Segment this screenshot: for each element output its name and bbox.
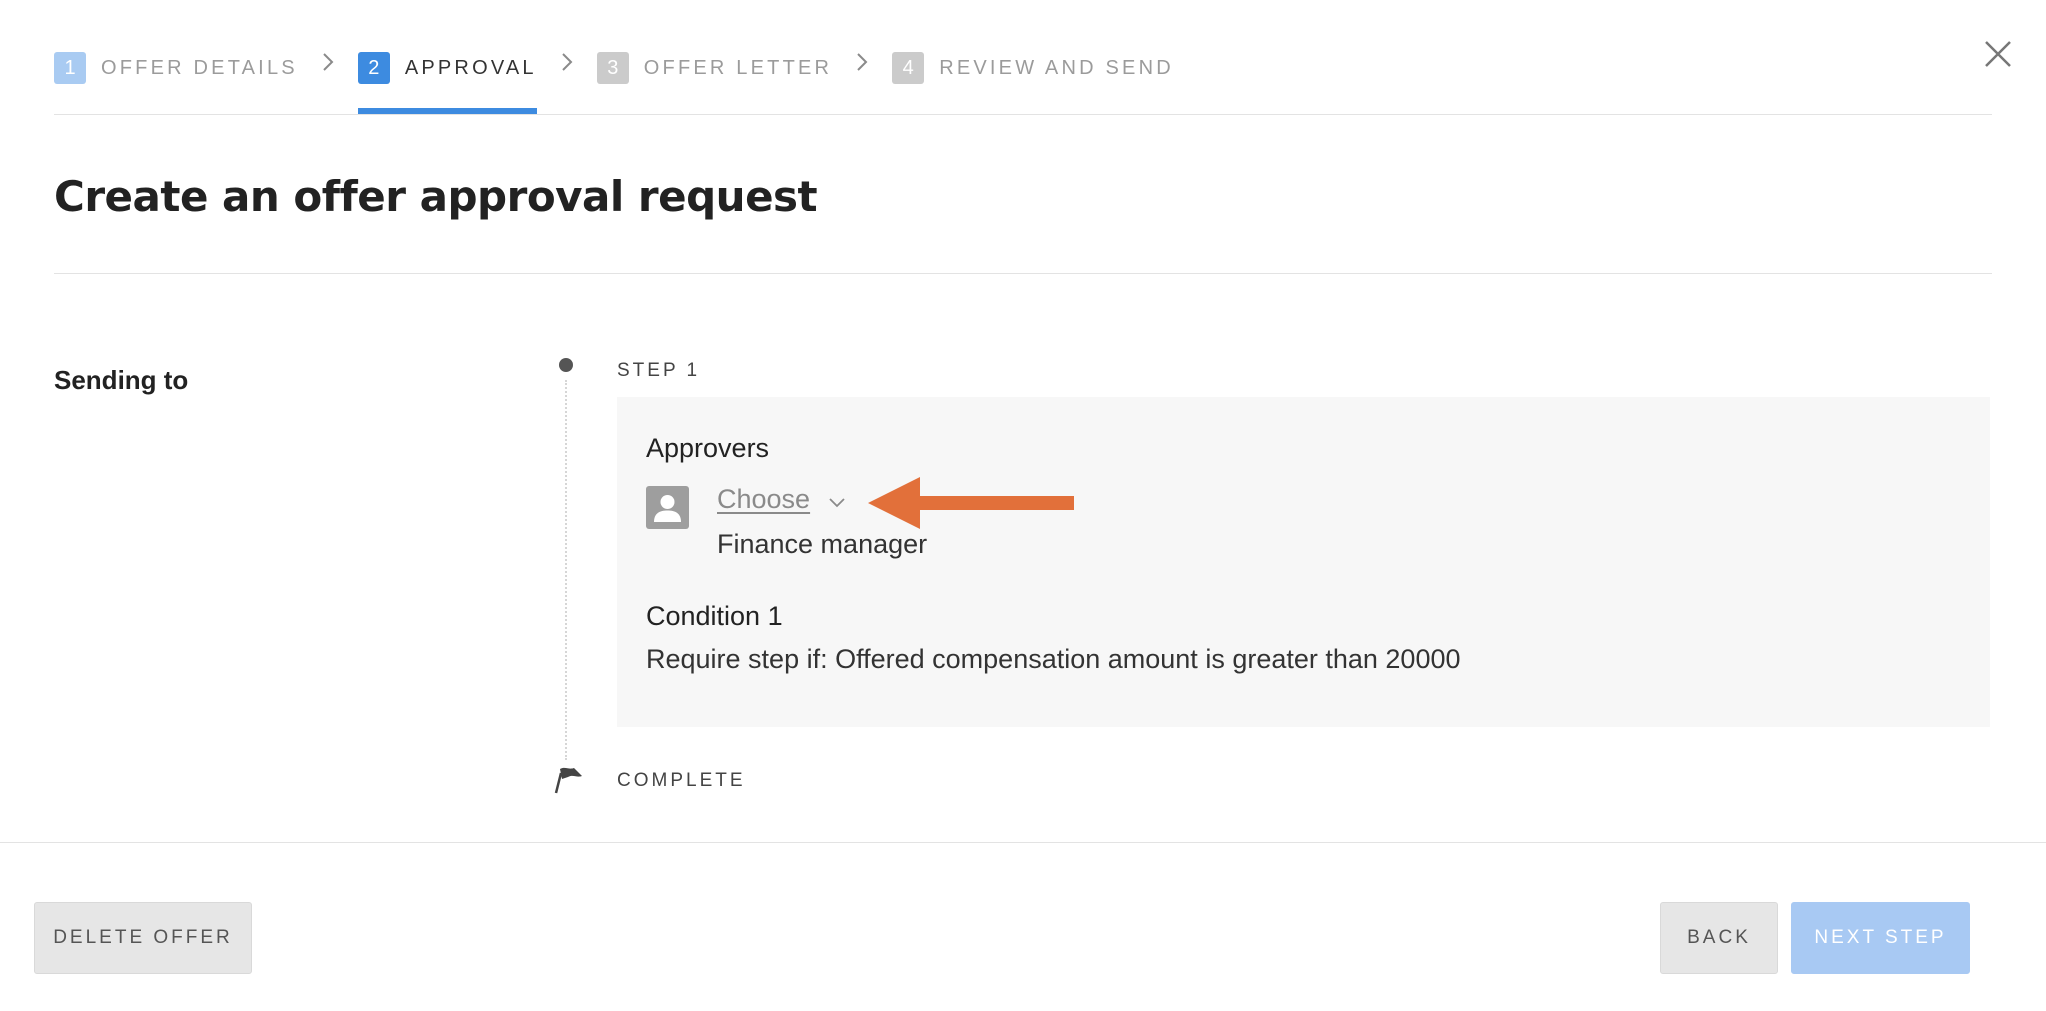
step-label: OFFER LETTER	[643, 56, 833, 79]
condition-text: Require step if: Offered compensation am…	[646, 644, 1461, 674]
timeline-dot-icon	[559, 358, 573, 372]
next-step-button[interactable]: NEXT STEP	[1791, 902, 1970, 974]
step-offer-details[interactable]: 1 OFFER DETAILS	[54, 38, 298, 110]
chevron-right-icon	[561, 26, 573, 98]
delete-offer-button[interactable]: DELETE OFFER	[34, 902, 252, 974]
step-review-and-send[interactable]: 4 REVIEW AND SEND	[892, 38, 1174, 110]
approval-step-label: STEP 1	[617, 360, 701, 381]
user-avatar-icon	[646, 486, 689, 529]
sending-to-label: Sending to	[54, 365, 189, 395]
chevron-right-icon	[322, 26, 334, 98]
progress-stepper: 1 OFFER DETAILS 2 APPROVAL 3 OFFER LETTE…	[54, 38, 1992, 115]
choose-approver-link[interactable]: Choose	[717, 484, 810, 515]
step-number: 3	[596, 52, 629, 84]
step-number: 1	[54, 52, 86, 84]
timeline-line	[565, 380, 567, 760]
step-number: 2	[357, 52, 390, 84]
approvers-heading: Approvers	[646, 433, 770, 463]
divider	[54, 273, 1992, 274]
chevron-right-icon	[856, 26, 868, 98]
approval-step-card: Approvers Choose Finance manager Conditi…	[617, 397, 1990, 727]
divider	[0, 842, 2046, 843]
flag-icon	[552, 763, 584, 795]
approver-role: Finance manager	[717, 529, 928, 559]
step-label: OFFER DETAILS	[101, 56, 298, 79]
step-number: 4	[892, 52, 925, 84]
chevron-down-icon[interactable]	[827, 492, 847, 512]
step-label: REVIEW AND SEND	[939, 56, 1174, 79]
page-title: Create an offer approval request	[54, 172, 818, 221]
arrow-annotation	[868, 477, 1074, 529]
condition-heading: Condition 1	[646, 601, 783, 631]
back-button[interactable]: BACK	[1660, 902, 1778, 974]
step-label: APPROVAL	[404, 56, 537, 79]
step-offer-letter[interactable]: 3 OFFER LETTER	[596, 38, 833, 110]
complete-label: COMPLETE	[617, 770, 746, 791]
step-approval[interactable]: 2 APPROVAL	[357, 38, 537, 114]
close-icon[interactable]	[1980, 36, 2016, 72]
